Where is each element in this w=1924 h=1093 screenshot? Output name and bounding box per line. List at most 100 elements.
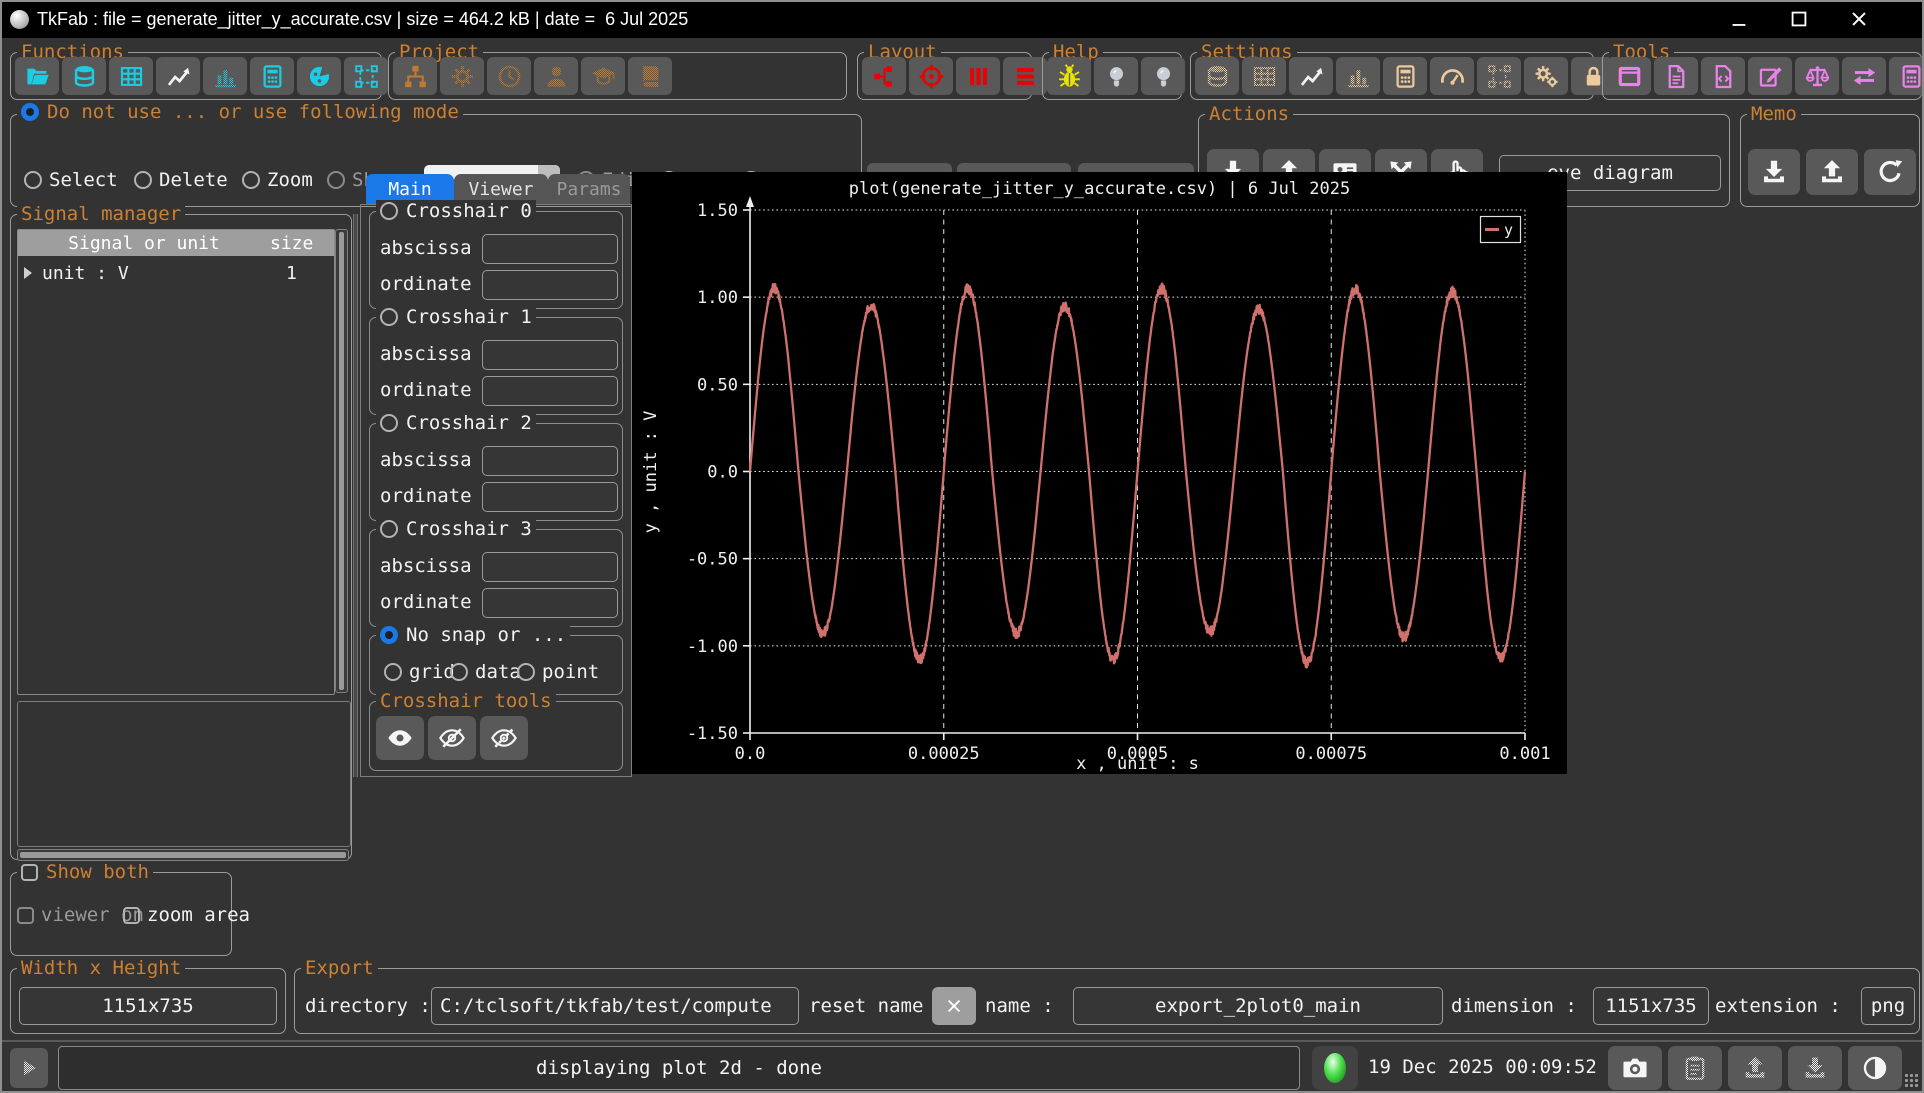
maximize-button[interactable] <box>1784 6 1814 32</box>
zoom-area-checkbox[interactable] <box>123 907 140 924</box>
run-button[interactable] <box>10 1048 48 1088</box>
project-history-button[interactable] <box>487 57 531 95</box>
crosshair-0-ordinate-input[interactable] <box>482 270 618 300</box>
column-size[interactable]: size <box>270 233 334 254</box>
script-button[interactable] <box>1701 57 1745 95</box>
crosshair-1-radio[interactable] <box>380 308 398 326</box>
status-download-button[interactable] <box>1788 1046 1842 1090</box>
panel-sash[interactable] <box>353 214 358 777</box>
snap-option-data[interactable]: data <box>450 660 521 684</box>
snap-option-point[interactable]: point <box>517 660 599 684</box>
reset-name-button[interactable] <box>932 987 976 1025</box>
mode-radio-delete[interactable]: Delete <box>134 168 228 192</box>
project-tree-button[interactable] <box>393 57 437 95</box>
signal-h-scrollbar[interactable] <box>17 849 349 861</box>
title-bar[interactable]: TkFab : file = generate_jitter_y_accurat… <box>0 0 1924 38</box>
project-tutorial-button[interactable] <box>581 57 625 95</box>
crosshair-2-abscissa-input[interactable] <box>482 446 618 476</box>
radio-icon[interactable] <box>24 171 42 189</box>
gauge-settings-button[interactable] <box>1430 57 1474 95</box>
compare-button[interactable] <box>1795 57 1839 95</box>
swap-button[interactable] <box>1842 57 1886 95</box>
export-name-input[interactable]: export_2plot0_main <box>1073 987 1443 1025</box>
show-both-checkbox[interactable] <box>21 864 38 881</box>
mode-radio-select[interactable]: Select <box>24 168 118 192</box>
tip-button[interactable] <box>1141 57 1185 95</box>
crosshair-3-radio[interactable] <box>380 520 398 538</box>
crosshair-show-button[interactable] <box>376 716 424 760</box>
signal-database-button[interactable] <box>62 57 106 95</box>
layout-columns-button[interactable] <box>956 57 1000 95</box>
calc-settings-button[interactable] <box>1383 57 1427 95</box>
dimension-input[interactable]: 1151x735 <box>1593 987 1709 1025</box>
tab-params[interactable]: Params <box>548 174 630 204</box>
memo-load-button[interactable] <box>1806 149 1858 195</box>
width-height-input[interactable]: 1151x735 <box>19 987 277 1025</box>
plot-settings-button[interactable] <box>1289 57 1333 95</box>
crosshair-0-abscissa-input[interactable] <box>482 234 618 264</box>
layout-rows-button[interactable] <box>1003 57 1047 95</box>
data-table-button[interactable] <box>109 57 153 95</box>
viewer-on-checkbox[interactable] <box>17 907 34 924</box>
close-button[interactable] <box>1844 6 1874 32</box>
signal-tree-header[interactable]: Signal or unit size <box>18 230 334 256</box>
transform-settings-button[interactable] <box>1477 57 1521 95</box>
crosshair-2-radio[interactable] <box>380 414 398 432</box>
project-user-button[interactable] <box>534 57 578 95</box>
project-settings-button[interactable] <box>440 57 484 95</box>
status-upload-button[interactable] <box>1728 1046 1782 1090</box>
calculator-button[interactable] <box>250 57 294 95</box>
crosshair-hide-all-button[interactable] <box>480 716 528 760</box>
no-snap-radio[interactable] <box>380 626 398 644</box>
radio-icon[interactable] <box>384 663 402 681</box>
crosshair-3-ordinate-input[interactable] <box>482 588 618 618</box>
hint-button[interactable] <box>1094 57 1138 95</box>
db-settings-button[interactable] <box>1195 57 1239 95</box>
theme-contrast-button[interactable] <box>1848 1046 1902 1090</box>
layout-tree-button[interactable] <box>862 57 906 95</box>
report-button[interactable] <box>1654 57 1698 95</box>
preferences-button[interactable] <box>1524 57 1568 95</box>
calculator-tool-button[interactable] <box>1889 57 1924 95</box>
column-signal-or-unit[interactable]: Signal or unit <box>18 233 270 254</box>
crosshair-1-abscissa-input[interactable] <box>482 340 618 370</box>
resize-grip[interactable] <box>1904 1073 1918 1087</box>
crosshair-hide-button[interactable] <box>428 716 476 760</box>
crosshair-3-abscissa-input[interactable] <box>482 552 618 582</box>
window-tool-button[interactable] <box>1607 57 1651 95</box>
minimize-button[interactable] <box>1724 6 1754 32</box>
plot-canvas[interactable]: 1.501.000.500.0-0.50-1.00-1.500.00.00025… <box>632 172 1567 774</box>
plot-2d-button[interactable] <box>156 57 200 95</box>
radio-icon[interactable] <box>327 171 345 189</box>
clipboard-button[interactable] <box>1668 1046 1722 1090</box>
signal-tree-row[interactable]: unit : V 1 <box>18 260 334 286</box>
screenshot-button[interactable] <box>1608 1046 1662 1090</box>
table-settings-button[interactable] <box>1242 57 1286 95</box>
histogram-settings-button[interactable] <box>1336 57 1380 95</box>
do-not-use-radio[interactable] <box>21 103 39 121</box>
tree-expand-icon[interactable] <box>24 267 32 279</box>
crosshair-0-radio[interactable] <box>380 202 398 220</box>
memo-save-button[interactable] <box>1748 149 1800 195</box>
crosshair-1-ordinate-input[interactable] <box>482 376 618 406</box>
memo-refresh-button[interactable] <box>1864 149 1916 195</box>
edit-tool-button[interactable] <box>1748 57 1792 95</box>
radio-icon[interactable] <box>517 663 535 681</box>
debug-button[interactable] <box>1047 57 1091 95</box>
extension-input[interactable]: png <box>1861 987 1915 1025</box>
snap-option-grid[interactable]: grid <box>384 660 455 684</box>
directory-input[interactable]: C:/tclsoft/tkfab/test/compute <box>431 987 799 1025</box>
radio-icon[interactable] <box>450 663 468 681</box>
project-notes-button[interactable] <box>628 57 672 95</box>
radio-icon[interactable] <box>242 171 260 189</box>
palette-button[interactable] <box>297 57 341 95</box>
radio-icon[interactable] <box>134 171 152 189</box>
crosshair-2-ordinate-input[interactable] <box>482 482 618 512</box>
layout-center-button[interactable] <box>909 57 953 95</box>
open-file-button[interactable] <box>15 57 59 95</box>
signal-tree-scrollbar[interactable] <box>335 229 348 693</box>
mode-radio-zoom[interactable]: Zoom <box>242 168 313 192</box>
zoom-area-option[interactable]: zoom area <box>123 903 250 927</box>
transform-button[interactable] <box>344 57 388 95</box>
histogram-button[interactable] <box>203 57 247 95</box>
